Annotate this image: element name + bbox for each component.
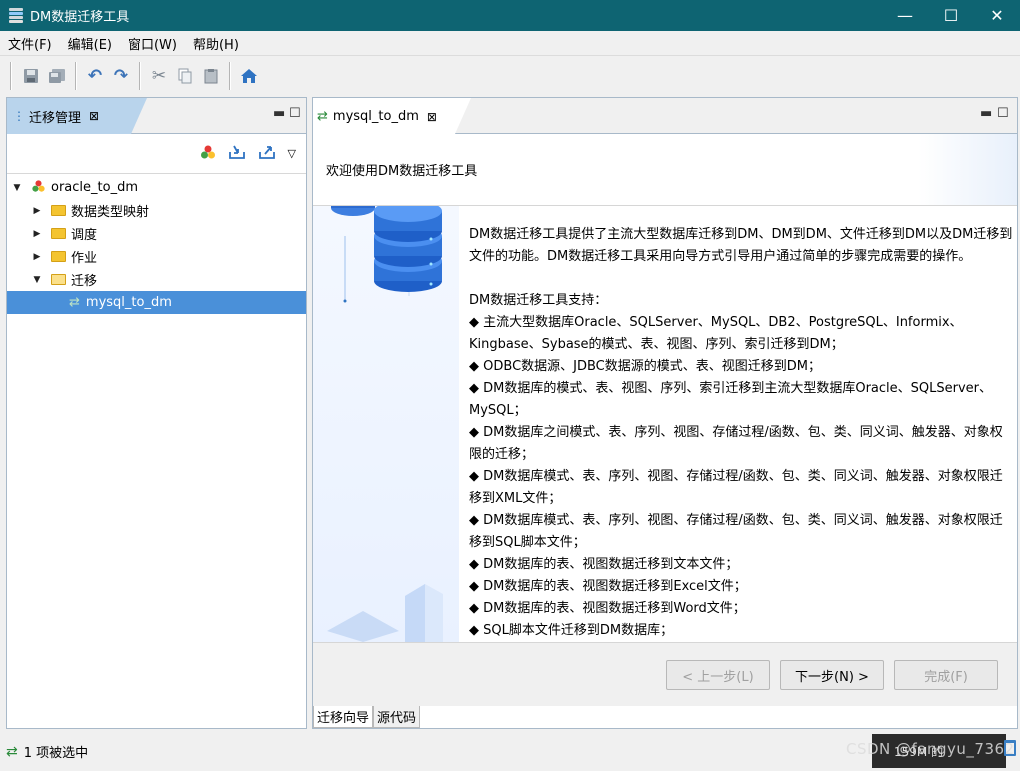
migration-management-panel: ⋮ 迁移管理 ⊠ ▬ ☐ ▽ ▼ oracle_to_dm ▶ 数据类型映射 ▶…	[6, 97, 307, 729]
support-item: ◆ DM数据库模式、表、序列、视图、存储过程/函数、包、类、同义词、触发器、对象…	[469, 469, 1003, 506]
intro-paragraph: DM数据迁移工具提供了主流大型数据库迁移到DM、DM到DM、文件迁移到DM以及D…	[469, 227, 1013, 264]
window-title: DM数据迁移工具	[30, 10, 130, 25]
undo-icon[interactable]: ↶	[82, 63, 108, 89]
support-item: ◆ SQL脚本文件迁移到DM数据库；	[469, 623, 674, 638]
tree-node-label: 迁移	[71, 274, 98, 289]
close-button[interactable]: ✕	[974, 0, 1020, 31]
save-all-icon[interactable]	[44, 63, 70, 89]
copy-icon[interactable]	[172, 63, 198, 89]
tab-migration-wizard[interactable]: 迁移向导	[313, 706, 374, 728]
support-item: ◆ DM数据库之间模式、表、序列、视图、存储过程/函数、包、类、同义词、触发器、…	[469, 425, 1003, 462]
finish-button[interactable]: 完成(F)	[894, 660, 998, 690]
support-item: ◆ DM数据库的表、视图数据迁移到Excel文件；	[469, 579, 747, 594]
paste-icon[interactable]	[198, 63, 224, 89]
welcome-header: 欢迎使用DM数据迁移工具	[313, 134, 1017, 206]
migration-status-icon: ⇄	[6, 743, 18, 760]
minimize-button[interactable]: —	[882, 0, 928, 31]
support-item: ◆ ODBC数据源、JDBC数据源的模式、表、视图迁移到DM；	[469, 359, 821, 374]
status-text: 1 项被选中	[23, 746, 89, 761]
tab-migration-management[interactable]: ⋮ 迁移管理 ⊠	[7, 98, 147, 134]
menu-bar: 文件(F) 编辑(E) 窗口(W) 帮助(H)	[0, 31, 1020, 56]
import-icon[interactable]	[228, 144, 246, 164]
tab-label: mysql_to_dm	[332, 109, 419, 124]
tree-node-jobs[interactable]: ▶ 作业	[7, 245, 306, 268]
support-heading: DM数据迁移工具支持：	[469, 293, 608, 308]
expanded-arrow-icon[interactable]: ▼	[31, 275, 43, 285]
tab-label: 迁移管理	[29, 110, 82, 126]
folder-icon	[51, 228, 66, 239]
description-text: DM数据迁移工具提供了主流大型数据库迁移到DM、DM到DM、文件迁移到DM以及D…	[459, 206, 1017, 642]
open-folder-icon	[51, 274, 66, 285]
wizard-button-bar: < 上一步(L) 下一步(N) > 完成(F)	[313, 642, 1017, 706]
home-icon[interactable]	[236, 63, 262, 89]
project-icon	[31, 179, 46, 197]
editor-tab-bar: ⇄ mysql_to_dm ⊠ ▬ ☐	[313, 98, 1017, 135]
migration-icon: ⇄	[69, 295, 80, 310]
toolbar: ↶ ↷ ✂	[0, 57, 1020, 95]
view-menu-icon[interactable]: ▽	[288, 147, 296, 160]
tree-node-label: 调度	[71, 228, 98, 243]
collapsed-arrow-icon[interactable]: ▶	[31, 229, 43, 239]
tree-node-label: mysql_to_dm	[85, 295, 172, 310]
watermark: CSDN @fangyu_7362	[846, 740, 1015, 758]
tree-node-label: oracle_to_dm	[51, 180, 138, 195]
left-panel-toolbar: ▽	[7, 134, 306, 174]
support-item: ◆ 主流大型数据库Oracle、SQLServer、MySQL、DB2、Post…	[469, 315, 963, 352]
folder-icon	[51, 251, 66, 262]
prev-button[interactable]: < 上一步(L)	[666, 660, 770, 690]
database-illustration	[313, 206, 459, 642]
cut-icon[interactable]: ✂	[146, 63, 172, 89]
minimize-view-icon[interactable]: ▬	[273, 106, 285, 121]
project-tree: ▼ oracle_to_dm ▶ 数据类型映射 ▶ 调度 ▶ 作业 ▼ 迁移 ⇄…	[7, 174, 306, 314]
toolbar-separator	[139, 62, 141, 90]
wizard-content: DM数据迁移工具提供了主流大型数据库迁移到DM、DM到DM、文件迁移到DM以及D…	[313, 206, 1017, 642]
support-item: ◆ DM数据库的表、视图数据迁移到Word文件；	[469, 601, 746, 616]
tree-node-schedule[interactable]: ▶ 调度	[7, 222, 306, 245]
tree-view-icon: ⋮	[13, 109, 25, 123]
tree-node-label: 数据类型映射	[71, 205, 150, 220]
export-icon[interactable]	[258, 144, 276, 164]
tree-node-project[interactable]: ▼ oracle_to_dm	[7, 176, 306, 199]
garbage-collect-icon[interactable]	[1004, 740, 1016, 756]
new-project-icon[interactable]	[200, 144, 216, 164]
maximize-button[interactable]: ☐	[928, 0, 974, 31]
tree-node-type-mapping[interactable]: ▶ 数据类型映射	[7, 199, 306, 222]
menu-window[interactable]: 窗口(W)	[120, 34, 185, 53]
app-icon	[9, 7, 23, 24]
maximize-view-icon[interactable]: ☐	[289, 106, 301, 121]
menu-edit[interactable]: 编辑(E)	[60, 34, 120, 53]
collapsed-arrow-icon[interactable]: ▶	[31, 206, 43, 216]
folder-icon	[51, 205, 66, 216]
support-item: ◆ DM数据库的模式、表、视图、序列、索引迁移到主流大型数据库Oracle、SQ…	[469, 381, 993, 418]
save-icon[interactable]	[18, 63, 44, 89]
welcome-text: 欢迎使用DM数据迁移工具	[326, 164, 478, 179]
editor-panel: ⇄ mysql_to_dm ⊠ ▬ ☐ 欢迎使用DM数据迁移工具 DM数据迁移工…	[312, 97, 1018, 729]
tab-mysql-to-dm[interactable]: ⇄ mysql_to_dm ⊠	[313, 98, 471, 135]
tree-node-migration[interactable]: ▼ 迁移	[7, 268, 306, 291]
toolbar-grip	[10, 62, 12, 90]
toolbar-separator	[229, 62, 231, 90]
expanded-arrow-icon[interactable]: ▼	[11, 183, 23, 193]
tree-node-mysql-to-dm[interactable]: ⇄ mysql_to_dm	[7, 291, 306, 314]
title-bar: DM数据迁移工具 — ☐ ✕	[0, 0, 1020, 31]
maximize-view-icon[interactable]: ☐	[997, 106, 1009, 121]
migration-icon: ⇄	[317, 109, 328, 124]
close-icon[interactable]: ⊠	[89, 109, 99, 123]
tab-source-code[interactable]: 源代码	[373, 706, 421, 728]
menu-file[interactable]: 文件(F)	[0, 34, 60, 53]
redo-icon[interactable]: ↷	[108, 63, 134, 89]
toolbar-separator	[75, 62, 77, 90]
tree-node-label: 作业	[71, 251, 98, 266]
left-tab-bar: ⋮ 迁移管理 ⊠ ▬ ☐	[7, 98, 306, 134]
menu-help[interactable]: 帮助(H)	[185, 34, 247, 53]
support-item: ◆ DM数据库模式、表、序列、视图、存储过程/函数、包、类、同义词、触发器、对象…	[469, 513, 1003, 550]
next-button[interactable]: 下一步(N) >	[780, 660, 884, 690]
collapsed-arrow-icon[interactable]: ▶	[31, 252, 43, 262]
close-icon[interactable]: ⊠	[427, 110, 437, 124]
support-item: ◆ DM数据库的表、视图数据迁移到文本文件；	[469, 557, 739, 572]
editor-bottom-tabs: 迁移向导 源代码	[313, 706, 421, 728]
minimize-view-icon[interactable]: ▬	[980, 106, 992, 121]
